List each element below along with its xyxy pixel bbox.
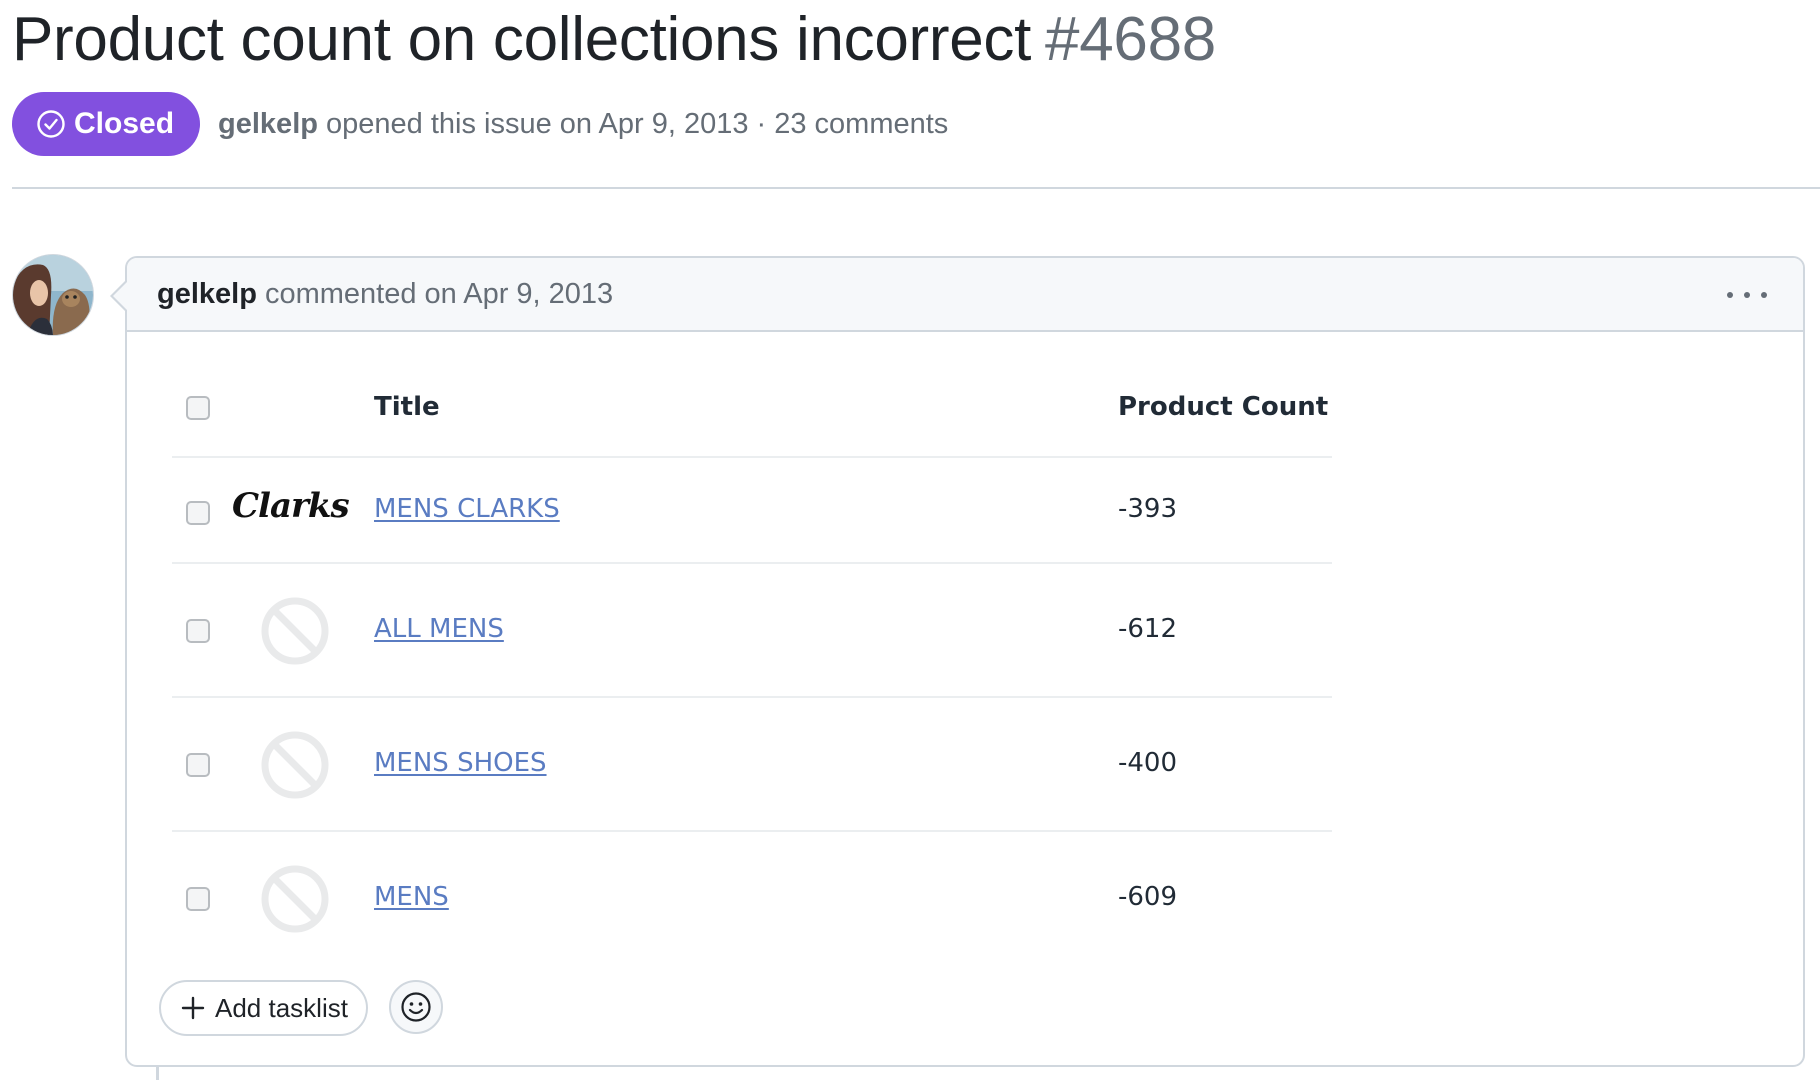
row-checkbox[interactable] — [186, 501, 210, 525]
more-options-icon[interactable] — [1727, 280, 1767, 310]
add-tasklist-button[interactable]: Add tasklist — [159, 980, 368, 1036]
collection-link[interactable]: ALL MENS — [374, 614, 504, 644]
comment-timestamp[interactable]: commented on Apr 9, 2013 — [265, 278, 613, 311]
timeline-line — [156, 1065, 159, 1080]
issue-meta: Closed gelkelp opened this issue on Apr … — [12, 92, 948, 156]
product-count-value: -400 — [1118, 748, 1178, 778]
plus-icon — [181, 996, 205, 1020]
collection-link[interactable]: MENS — [374, 882, 449, 912]
table-row: Clarks MENS CLARKS -393 — [172, 458, 1332, 564]
table-row: ALL MENS -612 — [172, 564, 1332, 698]
check-circle-icon — [37, 110, 65, 138]
clarks-logo: Clarks — [232, 486, 350, 526]
row-checkbox[interactable] — [186, 887, 210, 911]
column-header-title: Title — [374, 392, 440, 422]
issue-page: Product count on collections incorrect #4… — [0, 0, 1820, 1080]
comment-arrow-fill — [113, 282, 127, 310]
table-row: MENS -609 — [172, 832, 1332, 966]
product-count-value: -609 — [1118, 882, 1178, 912]
collection-link[interactable]: MENS SHOES — [374, 748, 547, 778]
add-tasklist-label: Add tasklist — [215, 992, 348, 1023]
issue-opened-text: opened this issue on Apr 9, 2013 · 23 co… — [326, 107, 949, 140]
status-badge-label: Closed — [74, 107, 175, 140]
add-reaction-button[interactable] — [389, 980, 443, 1034]
product-count-value: -393 — [1118, 494, 1178, 524]
issue-title: Product count on collections incorrect #4… — [12, 2, 1216, 78]
issue-meta-text: gelkelp opened this issue on Apr 9, 2013… — [218, 108, 948, 141]
smiley-icon — [401, 992, 431, 1022]
comment-author-link[interactable]: gelkelp — [157, 278, 257, 311]
status-badge: Closed — [12, 92, 201, 156]
avatar[interactable] — [12, 254, 94, 336]
issue-number: #4688 — [1045, 5, 1216, 74]
comment-header: gelkelp commented on Apr 9, 2013 — [127, 258, 1803, 332]
avatar-image — [13, 255, 93, 335]
issue-author-link[interactable]: gelkelp — [218, 108, 318, 140]
no-image-icon — [260, 596, 330, 670]
embedded-screenshot: Title Product Count Clarks MENS CLARKS -… — [172, 358, 1332, 966]
column-header-product-count: Product Count — [1118, 392, 1329, 422]
table-header-row: Title Product Count — [172, 358, 1332, 458]
select-all-checkbox[interactable] — [186, 396, 210, 420]
row-checkbox[interactable] — [186, 753, 210, 777]
collection-link[interactable]: MENS CLARKS — [374, 494, 560, 524]
issue-title-text: Product count on collections incorrect — [12, 5, 1032, 74]
no-image-icon — [260, 864, 330, 938]
product-count-value: -612 — [1118, 614, 1178, 644]
row-checkbox[interactable] — [186, 619, 210, 643]
header-divider — [12, 187, 1820, 189]
no-image-icon — [260, 730, 330, 804]
table-row: MENS SHOES -400 — [172, 698, 1332, 832]
comment-box: gelkelp commented on Apr 9, 2013 Title P… — [125, 256, 1805, 1067]
